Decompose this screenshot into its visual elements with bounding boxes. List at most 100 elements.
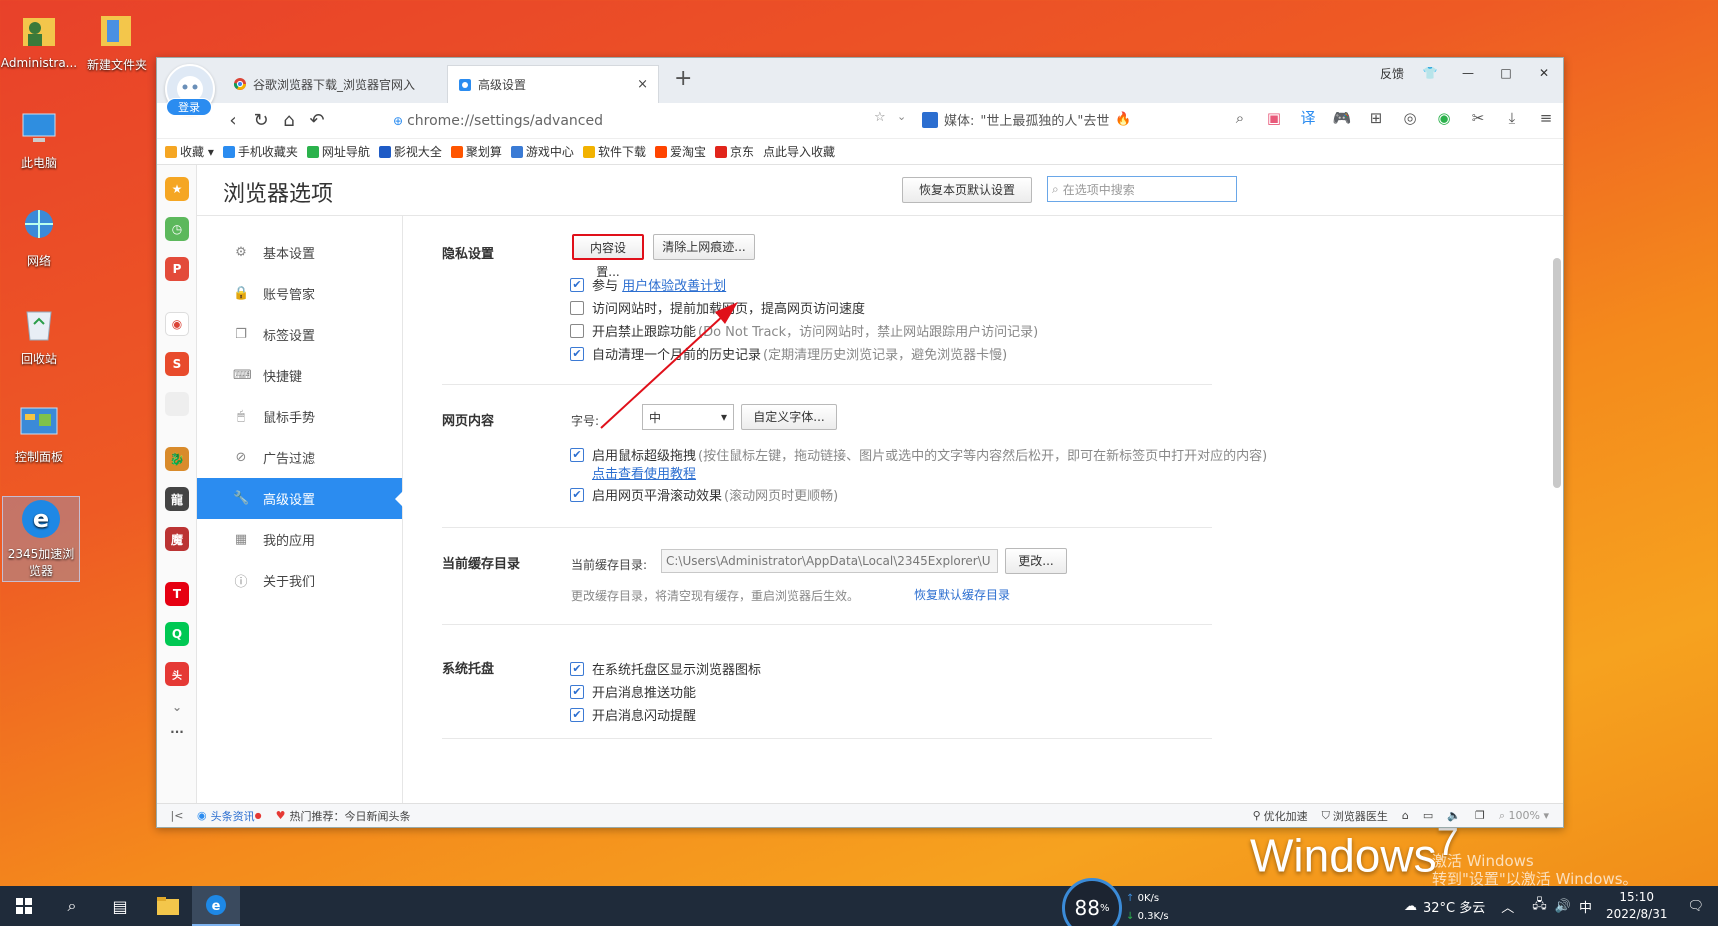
login-button[interactable]: 登录 (166, 98, 212, 116)
notification-icon[interactable]: 🗨 (1687, 899, 1704, 914)
game2-icon[interactable]: 龍 (165, 487, 189, 511)
menu-icon[interactable]: ≡ (1529, 109, 1563, 127)
menu-item-tabs[interactable]: ❐ 标签设置 (197, 314, 402, 355)
ime-indicator[interactable]: 中 (1579, 897, 1592, 916)
history-icon[interactable]: ◷ (165, 217, 189, 241)
bookmark-item[interactable]: 手机收藏夹 (222, 143, 298, 160)
tray-icon-checkbox[interactable]: ✔ 在系统托盘区显示浏览器图标 (570, 659, 761, 678)
clear-history-button[interactable]: 清除上网痕迹... (653, 234, 755, 260)
collapse-sidebar-icon[interactable]: |< (157, 809, 197, 822)
desktop-icon-network[interactable]: 网络 (0, 204, 78, 269)
weather-icon[interactable]: ☁ (1404, 899, 1417, 914)
start-icon[interactable] (0, 886, 48, 926)
scissors-icon[interactable]: ✂ (1461, 109, 1495, 127)
bookmark-item[interactable]: 爱淘宝 (654, 143, 706, 160)
settings-search-input[interactable]: ⌕ 在选项中搜索 (1047, 176, 1237, 202)
push-checkbox[interactable]: ✔ 开启消息推送功能 (570, 682, 696, 701)
task-view-icon[interactable]: ▤ (96, 886, 144, 926)
desktop-icon-control-panel[interactable]: 控制面板 (0, 400, 78, 465)
search-icon[interactable]: ⌕ (1223, 109, 1257, 127)
menu-item-shortcuts[interactable]: ⌨ 快捷键 (197, 355, 402, 396)
shopping-icon[interactable]: ▣ (1257, 109, 1291, 127)
bookmark-import[interactable]: 点此导入收藏 (763, 143, 835, 160)
cache-path-field[interactable]: C:\Users\Administrator\AppData\Local\234… (661, 549, 998, 573)
bookmark-item[interactable]: 软件下载 (582, 143, 646, 160)
favorites-icon[interactable]: ★ (165, 177, 189, 201)
bookmark-item[interactable]: 京东 (714, 143, 754, 160)
close-button[interactable]: ✕ (1525, 66, 1563, 80)
menu-item-my-apps[interactable]: ▦ 我的应用 (197, 519, 402, 560)
super-drag-checkbox[interactable]: ✔ 启用鼠标超级拖拽 (按住鼠标左键，拖动链接、图片或选中的文字等内容然后松开，即可… (570, 445, 1267, 464)
wechat-icon[interactable]: ◉ (1427, 109, 1461, 127)
news-item[interactable]: ◉ 头条资讯 ● (197, 808, 262, 824)
media-news[interactable]: 媒体: "世上最孤独的人"去世 🔥 (922, 110, 1132, 129)
refresh-icon[interactable]: ↻ (247, 110, 275, 131)
volume-icon[interactable]: 🔊 (1555, 899, 1571, 914)
game-icon[interactable]: 🎮 (1325, 109, 1359, 127)
minimize-button[interactable]: — (1449, 66, 1487, 80)
restore-default-button[interactable]: 恢复本页默认设置 (902, 177, 1032, 203)
game1-icon[interactable]: 🐉 (165, 447, 189, 471)
menu-item-advanced[interactable]: 🔧 高级设置 (197, 478, 403, 519)
bookmark-item[interactable]: 影视大全 (378, 143, 442, 160)
search-icon[interactable]: ⌕ (48, 886, 96, 926)
skin-icon[interactable]: 👕 (1411, 66, 1449, 80)
download-icon[interactable]: ⤓ (1495, 109, 1529, 127)
pdf-icon[interactable]: P (165, 257, 189, 281)
undo-icon[interactable]: ↶ (303, 110, 331, 131)
doctor-button[interactable]: ⛉ 浏览器医生 (1322, 808, 1388, 824)
volume-icon[interactable]: 🔈 (1447, 809, 1461, 822)
weather-text[interactable]: 32°C 多云 (1423, 897, 1485, 916)
maximize-button[interactable]: □ (1487, 66, 1525, 80)
zoom-indicator[interactable]: ⌕ 100% ▾ (1499, 809, 1549, 823)
desktop-icon-2345-browser[interactable]: e 2345加速浏览器 (2, 496, 80, 582)
file-explorer-icon[interactable] (144, 886, 192, 926)
home-icon[interactable]: ⌂ (275, 110, 303, 131)
smooth-scroll-checkbox[interactable]: ✔ 启用网页平滑滚动效果 (滚动网页时更顺畅) (570, 485, 838, 504)
desktop-icon-recycle-bin[interactable]: 回收站 (0, 302, 78, 367)
bookmark-item[interactable]: 聚划算 (450, 143, 502, 160)
menu-item-about[interactable]: ⓘ 关于我们 (197, 560, 402, 601)
star-icon[interactable]: ☆ (874, 110, 886, 125)
bookmark-item[interactable]: 游戏中心 (510, 143, 574, 160)
menu-item-basic[interactable]: ⚙ 基本设置 (197, 232, 402, 273)
bookmark-item[interactable]: 网址导航 (306, 143, 370, 160)
translate-icon[interactable]: 译 (1291, 107, 1325, 128)
desktop-icon-new-folder[interactable]: 新建文件夹 (78, 8, 156, 73)
menu-item-account[interactable]: 🔒 账号管家 (197, 273, 402, 314)
new-tab-button[interactable]: + (674, 66, 692, 91)
scrollbar-thumb[interactable] (1553, 258, 1561, 488)
apps-icon[interactable]: ⊞ (1359, 109, 1393, 127)
close-tab-icon[interactable]: × (637, 77, 648, 92)
vr-icon[interactable]: ▭ (1423, 809, 1433, 822)
toutiao-icon[interactable]: 头 (165, 662, 189, 686)
flash-reminder-checkbox[interactable]: ✔ 开启消息闪动提醒 (570, 705, 696, 724)
feedback-button[interactable]: 反馈 (1373, 65, 1411, 82)
tmall-icon[interactable]: T (165, 582, 189, 606)
optimize-button[interactable]: ⚲ 优化加速 (1253, 808, 1308, 824)
font-size-select[interactable]: 中 ▾ (642, 404, 734, 430)
change-cache-button[interactable]: 更改... (1005, 548, 1067, 574)
tutorial-link[interactable]: 点击查看使用教程 (592, 463, 696, 482)
window-icon[interactable]: ❐ (1475, 809, 1485, 822)
chevron-down-icon[interactable]: ⌄ (897, 110, 906, 123)
tab-chrome-download[interactable]: 谷歌浏览器下载_浏览器官网入 (223, 65, 435, 103)
chrome-icon[interactable]: ◉ (165, 312, 189, 336)
desktop-icon-this-pc[interactable]: 此电脑 (0, 106, 78, 171)
chevron-up-icon[interactable]: ︿ (1501, 897, 1514, 916)
chevron-down-icon[interactable]: ⌄ (165, 695, 189, 719)
clock[interactable]: 15:10 2022/8/31 (1606, 889, 1668, 923)
back-icon[interactable]: ‹ (219, 110, 247, 131)
menu-item-mouse-gesture[interactable]: 🖱 鼠标手势 (197, 396, 402, 437)
menu-item-adblock[interactable]: ⊘ 广告过滤 (197, 437, 402, 478)
tab-advanced-settings[interactable]: 高级设置 × (447, 65, 659, 103)
more-icon[interactable]: ··· (165, 720, 189, 744)
iqiyi-icon[interactable]: Q (165, 622, 189, 646)
game3-icon[interactable]: 魔 (165, 527, 189, 551)
bookmark-favorites[interactable]: 收藏 ▾ (165, 143, 214, 160)
hot-recommend[interactable]: ♥ 热门推荐：今日新闻头条 (276, 808, 411, 824)
desktop-icon-administrator[interactable]: Administra... (0, 8, 78, 70)
custom-font-button[interactable]: 自定义字体... (741, 404, 837, 430)
blank-app-icon[interactable] (165, 392, 189, 416)
downloads-icon[interactable]: ⌂ (1402, 809, 1409, 822)
